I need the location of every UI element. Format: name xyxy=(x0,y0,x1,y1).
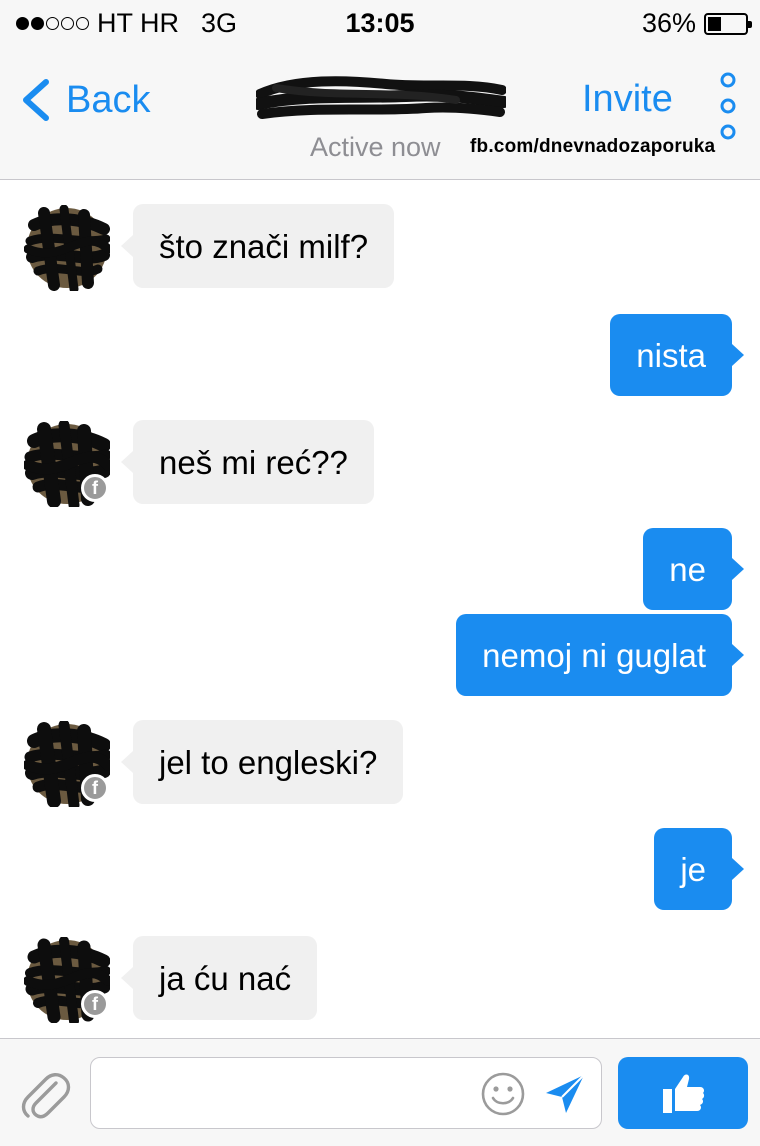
outgoing-message-bubble[interactable]: ne xyxy=(643,528,732,610)
message-text: nista xyxy=(636,336,706,374)
back-button[interactable]: Back xyxy=(16,76,150,124)
battery-icon xyxy=(704,12,752,35)
conversation-header: Back Active now fb.com/dnevnadozaporuka … xyxy=(0,46,760,180)
composer-bar xyxy=(0,1038,760,1146)
watermark-text: fb.com/dnevnadozaporuka xyxy=(470,136,716,157)
incoming-message-row: jel to engleski? f xyxy=(0,719,760,811)
facebook-icon: f xyxy=(81,774,109,802)
paperclip-icon[interactable] xyxy=(18,1069,72,1123)
outgoing-message-bubble[interactable]: nemoj ni guglat xyxy=(456,614,732,696)
message-text: što znači milf? xyxy=(159,227,369,265)
smiley-icon[interactable] xyxy=(480,1071,526,1117)
message-text: nemoj ni guglat xyxy=(482,636,706,674)
outgoing-message-row: ne xyxy=(0,528,760,610)
incoming-message-row: neš mi reć?? f xyxy=(0,419,760,511)
incoming-message-bubble[interactable]: neš mi reć?? xyxy=(133,420,374,504)
battery-info: 36% xyxy=(641,8,752,39)
battery-percentage: 36% xyxy=(641,8,696,38)
thumbs-up-icon xyxy=(663,1074,705,1113)
facebook-icon: f xyxy=(81,474,109,502)
message-text: ja ću nać xyxy=(159,959,292,997)
message-text: je xyxy=(680,850,706,888)
bubble-tail xyxy=(732,858,744,880)
incoming-message-row: ja ću nać f xyxy=(0,936,760,1026)
incoming-message-row: što znači milf? xyxy=(0,204,760,294)
message-text: jel to engleski? xyxy=(159,743,378,781)
status-bar: HT HR 3G 13:05 36% xyxy=(0,0,760,46)
bubble-tail xyxy=(121,751,133,773)
like-button[interactable] xyxy=(618,1057,748,1129)
outgoing-message-row: je xyxy=(0,828,760,910)
contact-avatar[interactable] xyxy=(23,204,113,294)
bubble-tail xyxy=(121,967,133,989)
outgoing-message-row: nemoj ni guglat xyxy=(0,614,760,696)
bubble-tail xyxy=(121,451,133,473)
bubble-tail xyxy=(732,558,744,580)
incoming-message-bubble[interactable]: što znači milf? xyxy=(133,204,395,288)
message-text: ne xyxy=(669,550,706,588)
redaction-scribble xyxy=(256,76,506,119)
incoming-message-bubble[interactable]: jel to engleski? xyxy=(133,720,404,804)
message-text: neš mi reć?? xyxy=(159,443,348,481)
paper-plane-icon[interactable] xyxy=(542,1071,588,1117)
contact-name[interactable] xyxy=(256,76,506,120)
chevron-left-icon xyxy=(23,79,49,121)
outgoing-message-row: nista xyxy=(0,314,760,396)
facebook-icon: f xyxy=(81,990,109,1018)
bubble-tail xyxy=(121,235,133,257)
bubble-tail xyxy=(732,344,744,366)
message-list[interactable]: što znači milf? nista neš mi reć?? f ne nemoj… xyxy=(0,182,760,1038)
back-label: Back xyxy=(66,78,151,121)
vertical-dots-icon[interactable] xyxy=(716,70,740,146)
outgoing-message-bubble[interactable]: je xyxy=(654,828,732,910)
incoming-message-bubble[interactable]: ja ću nać xyxy=(133,936,318,1020)
bubble-tail xyxy=(732,644,744,666)
invite-button[interactable]: Invite xyxy=(582,78,673,121)
outgoing-message-bubble[interactable]: nista xyxy=(610,314,732,396)
active-status: Active now xyxy=(310,132,441,162)
